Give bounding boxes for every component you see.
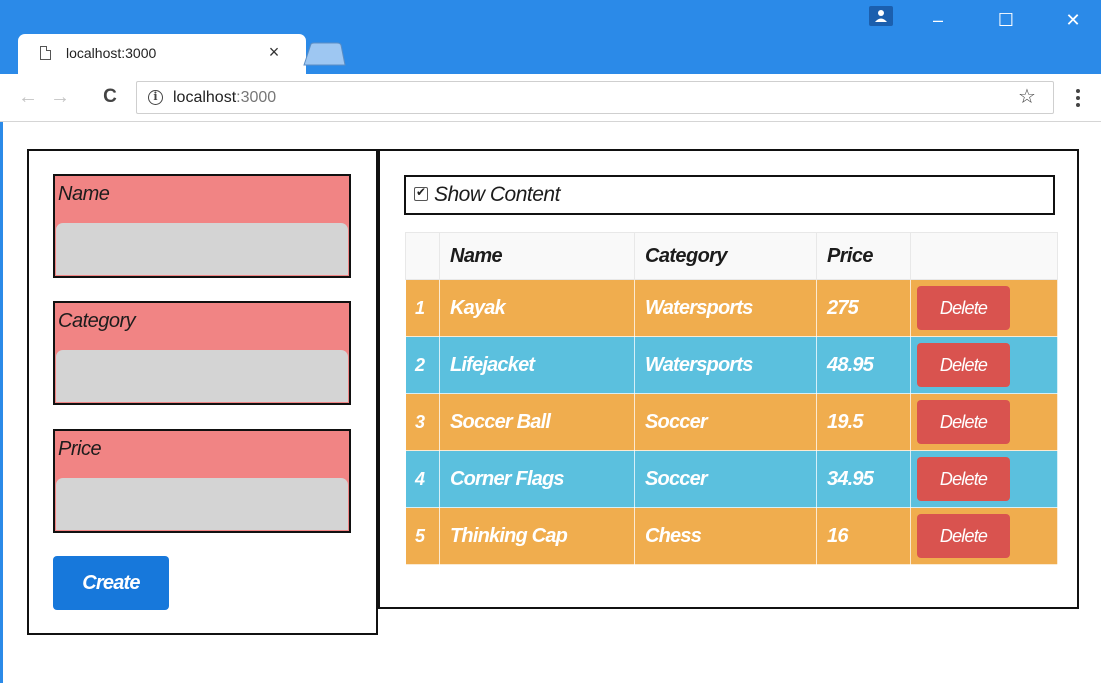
product-table: Name Category Price 1 Kayak Watersports … (405, 232, 1058, 565)
row-category: Watersports (634, 336, 817, 394)
star-icon[interactable]: ☆ (1018, 84, 1036, 109)
table-row: 3 Soccer Ball Soccer 19.5 Delete (405, 393, 1058, 451)
show-content-toggle: Show Content (404, 175, 1055, 215)
table-row: 1 Kayak Watersports 275 Delete (405, 279, 1058, 337)
row-index: 5 (405, 507, 440, 565)
column-header-index (405, 232, 440, 280)
row-index: 2 (405, 336, 440, 394)
column-header-name: Name (439, 232, 635, 280)
row-actions: Delete (910, 507, 1058, 565)
info-icon[interactable]: i (148, 90, 163, 105)
column-header-category: Category (634, 232, 817, 280)
row-index: 1 (405, 279, 440, 337)
create-button[interactable]: Create (53, 556, 169, 610)
close-window-button[interactable]: ✕ (1050, 0, 1096, 40)
category-input[interactable] (56, 350, 348, 402)
price-input[interactable] (56, 478, 348, 530)
maximize-button[interactable]: ☐ (983, 0, 1029, 40)
row-name: Kayak (439, 279, 635, 337)
delete-button[interactable]: Delete (917, 400, 1010, 444)
row-price: 19.5 (816, 393, 911, 451)
address-bar[interactable]: i localhost:3000 (136, 81, 1054, 114)
browser-tab[interactable]: localhost:3000 × (18, 34, 306, 74)
row-price: 16 (816, 507, 911, 565)
kebab-menu-icon[interactable] (1068, 86, 1088, 112)
price-field: Price (53, 429, 351, 533)
row-name: Corner Flags (439, 450, 635, 508)
row-actions: Delete (910, 450, 1058, 508)
new-tab-button[interactable] (302, 42, 346, 66)
name-field-label: Name (58, 183, 110, 205)
show-content-checkbox[interactable] (414, 185, 428, 201)
product-form-panel: Name Category Price Create (27, 149, 378, 635)
table-row: 4 Corner Flags Soccer 34.95 Delete (405, 450, 1058, 508)
browser-title-bar: localhost:3000 × – ☐ ✕ (0, 0, 1101, 74)
row-price: 48.95 (816, 336, 911, 394)
delete-button[interactable]: Delete (917, 457, 1010, 501)
row-index: 3 (405, 393, 440, 451)
row-actions: Delete (910, 393, 1058, 451)
row-category: Chess (634, 507, 817, 565)
row-category: Watersports (634, 279, 817, 337)
delete-button[interactable]: Delete (917, 286, 1010, 330)
category-field: Category (53, 301, 351, 405)
column-header-price: Price (816, 232, 911, 280)
url-text: localhost:3000 (173, 89, 277, 106)
name-field: Name (53, 174, 351, 278)
row-category: Soccer (634, 450, 817, 508)
forward-arrow-icon[interactable]: → (48, 84, 72, 110)
product-list-panel: Show Content Name Category Price 1 Kayak… (378, 149, 1079, 609)
delete-button[interactable]: Delete (917, 514, 1010, 558)
tab-close-icon[interactable]: × (264, 41, 284, 63)
table-row: 5 Thinking Cap Chess 16 Delete (405, 507, 1058, 565)
row-actions: Delete (910, 279, 1058, 337)
row-actions: Delete (910, 336, 1058, 394)
reload-icon[interactable]: C (98, 84, 122, 110)
column-header-actions (910, 232, 1058, 280)
row-index: 4 (405, 450, 440, 508)
show-content-label: Show Content (434, 183, 560, 206)
row-name: Lifejacket (439, 336, 635, 394)
page-icon (40, 46, 51, 60)
price-field-label: Price (58, 438, 102, 460)
row-name: Thinking Cap (439, 507, 635, 565)
browser-toolbar: ← → C i localhost:3000 (0, 74, 1101, 122)
row-name: Soccer Ball (439, 393, 635, 451)
row-category: Soccer (634, 393, 817, 451)
delete-button[interactable]: Delete (917, 343, 1010, 387)
window-border (0, 122, 3, 683)
table-header-row: Name Category Price (405, 232, 1058, 280)
name-input[interactable] (56, 223, 348, 275)
tab-title: localhost:3000 (66, 45, 157, 61)
category-field-label: Category (58, 310, 136, 332)
table-row: 2 Lifejacket Watersports 48.95 Delete (405, 336, 1058, 394)
minimize-button[interactable]: – (915, 0, 961, 40)
row-price: 34.95 (816, 450, 911, 508)
row-price: 275 (816, 279, 911, 337)
back-arrow-icon[interactable]: ← (16, 84, 40, 110)
profile-icon[interactable] (869, 6, 893, 26)
